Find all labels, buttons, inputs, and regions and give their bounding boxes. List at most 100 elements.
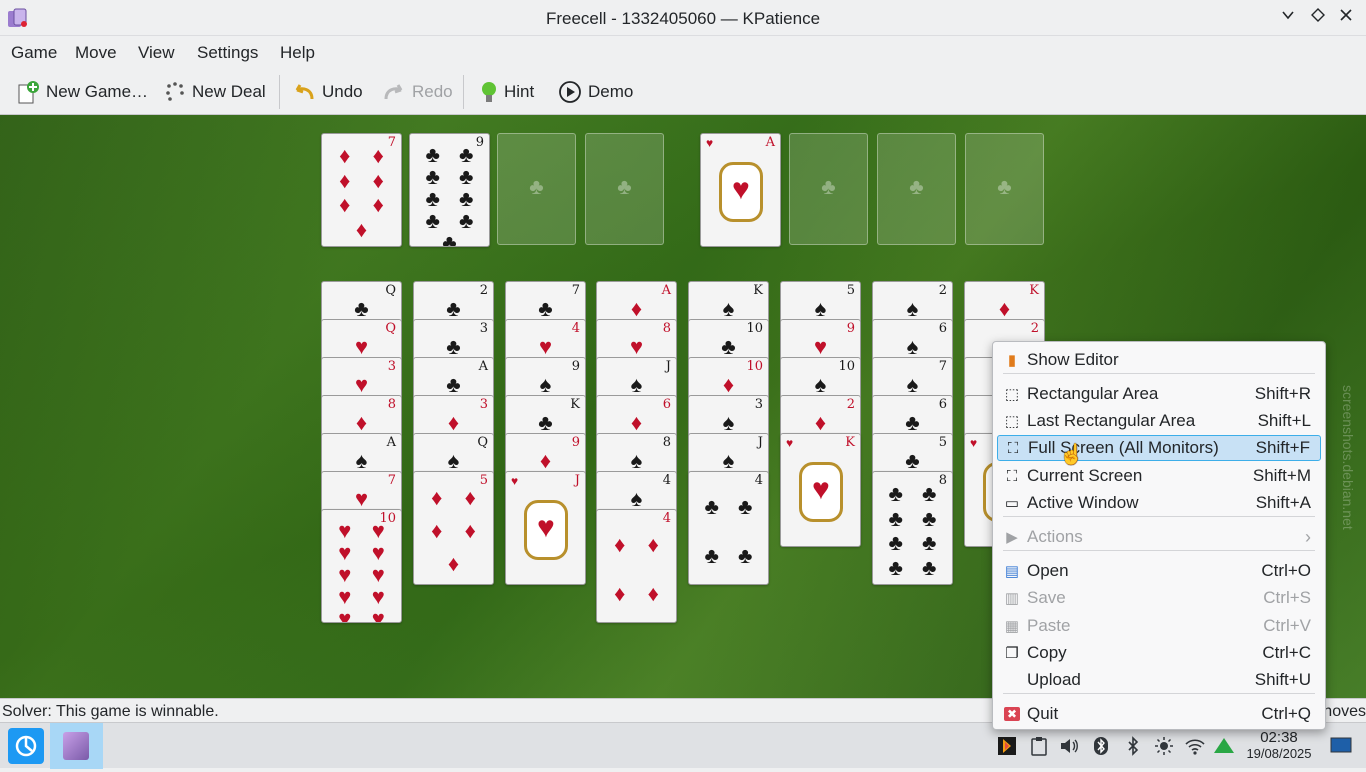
tableau-card[interactable]: K ♦ [964,281,1045,323]
tableau-card[interactable]: 10 ♠ [780,357,861,399]
pip: ♦ [614,531,626,557]
menu-item-show-editor[interactable]: ▮ Show Editor [997,347,1321,373]
tableau-card[interactable]: 4 ♦ ♦ ♦ ♦ [596,509,677,623]
task-kpatience[interactable] [50,723,103,769]
tableau-card[interactable]: Q ♣ [321,281,402,323]
tableau-card[interactable]: 4 ♠ [596,471,677,513]
foundation-empty-slot[interactable]: ♣ [877,133,956,245]
tableau-card[interactable]: 10 ♥ ♥ ♥ ♥ ♥ ♥ ♥ ♥ ♥ ♥ [321,509,402,623]
tableau-card[interactable]: 2 ♣ [413,281,494,323]
tableau-card[interactable]: K ♠ [688,281,769,323]
foundation-empty-slot[interactable]: ♣ [789,133,868,245]
tableau-card[interactable]: 3 ♥ [321,357,402,399]
menu-game[interactable]: Game [11,43,57,63]
demo-button[interactable]: Demo [558,78,633,106]
menu-item-active-window[interactable]: ▭ Active Window Shift+A [997,490,1321,516]
maximize-button[interactable] [1308,8,1328,28]
tableau-card[interactable]: 9 ♠ [505,357,586,399]
menu-item-upload[interactable]: Upload Shift+U [997,667,1321,693]
tableau-card[interactable]: J ♥ ♥ [505,471,586,585]
tableau-card[interactable]: 2 ♦ [780,395,861,437]
redo-button[interactable]: Redo [382,78,453,106]
tableau-card[interactable]: A ♠ [321,433,402,475]
tableau-card[interactable]: 6 ♣ [872,395,953,437]
new-deal-button[interactable]: New Deal [164,78,266,106]
wifi-icon[interactable] [1184,736,1206,761]
screenshot-tray-icon[interactable] [996,736,1018,761]
minimize-button[interactable] [1278,8,1298,28]
update-arrow-icon[interactable] [1213,736,1235,761]
menu-item-full-screen-all-monitors[interactable]: ⛶ Full Screen (All Monitors) Shift+F [997,435,1321,461]
tableau-card[interactable]: Q ♥ [321,319,402,361]
tableau-card[interactable]: 7 ♠ [872,357,953,399]
show-desktop-icon[interactable] [1330,736,1352,759]
menu-item-quit[interactable]: ✖ Quit Ctrl+Q [997,701,1321,727]
foundation-empty-slot[interactable]: ♣ [965,133,1044,245]
freecell-empty-slot[interactable]: ♣ [497,133,576,245]
tableau-card[interactable]: 7 ♥ [321,471,402,513]
undo-button[interactable]: Undo [292,78,363,106]
brightness-icon[interactable] [1153,736,1175,761]
menu-item-paste[interactable]: ▦ Paste Ctrl+V [997,613,1321,639]
foundation-card[interactable]: A ♥ ♥ [700,133,781,247]
clock[interactable]: 02:38 19/08/2025 [1244,730,1314,762]
toolbar-separator [279,75,280,109]
tableau-card[interactable]: J ♠ [596,357,677,399]
tableau-card[interactable]: J ♠ [688,433,769,475]
menu-view[interactable]: View [138,43,175,63]
tableau-card[interactable]: 5 ♣ [872,433,953,475]
clipboard-icon[interactable] [1028,736,1050,761]
tableau-card[interactable]: 5 ♠ [780,281,861,323]
tableau-card[interactable]: 5 ♦ ♦ ♦ ♦ ♦ [413,471,494,585]
menu-item-copy[interactable]: ❐ Copy Ctrl+C [997,640,1321,666]
menu-help[interactable]: Help [280,43,315,63]
tableau-card[interactable]: 3 ♦ [413,395,494,437]
tableau-card[interactable]: 3 ♣ [413,319,494,361]
tableau-card[interactable]: 8 ♦ [321,395,402,437]
menu-item-save[interactable]: ▥ Save Ctrl+S [997,585,1321,611]
menu-item-shortcut: Ctrl+C [1262,643,1311,662]
menu-move[interactable]: Move [75,43,117,63]
tableau-card[interactable]: 4 ♥ [505,319,586,361]
menu-item-current-screen[interactable]: ⛶ Current Screen Shift+M [997,463,1321,489]
menu-item-actions[interactable]: ▶ Actions › [997,524,1321,550]
tableau-card[interactable]: 2 ♠ [872,281,953,323]
hint-button[interactable]: Hint [480,78,534,106]
menu-item-open[interactable]: ▤ Open Ctrl+O [997,558,1321,584]
tableau-card[interactable]: 4 ♣ ♣ ♣ ♣ [688,471,769,585]
moves-status: noves [1323,703,1366,720]
tableau-card[interactable]: 6 ♠ [872,319,953,361]
tableau-card[interactable]: 9 ♥ [780,319,861,361]
freecell-empty-slot[interactable]: ♣ [585,133,664,245]
tableau-card[interactable]: A ♦ [596,281,677,323]
bluetooth-icon[interactable] [1122,736,1144,761]
tableau-card[interactable]: K ♥ ♥ [780,433,861,547]
volume-icon[interactable] [1058,736,1080,761]
tableau-card[interactable]: 10 ♦ [688,357,769,399]
pip: ♥ [338,540,352,565]
tableau-card[interactable]: 8 ♥ [596,319,677,361]
menu-settings[interactable]: Settings [197,43,258,63]
menu-item-shortcut: Shift+F [1255,438,1310,457]
freecell-card[interactable]: 9 ♣ ♣ ♣ ♣ ♣ ♣ ♣ ♣ ♣ [409,133,490,247]
tableau-card[interactable]: Q ♠ [413,433,494,475]
tableau-card[interactable]: 9 ♦ [505,433,586,475]
menu-item-rectangular-area[interactable]: ⬚ Rectangular Area Shift+R [997,381,1321,407]
tableau-card[interactable]: 8 ♠ [596,433,677,475]
bluetooth-status-icon[interactable] [1090,736,1112,761]
freecell-card[interactable]: 7 ♦ ♦ ♦ ♦ ♦ ♦ ♦ [321,133,402,247]
close-button[interactable] [1336,8,1356,28]
menu-item-last-rectangular-area[interactable]: ⬚ Last Rectangular Area Shift+L [997,408,1321,434]
tableau-card[interactable]: 3 ♠ [688,395,769,437]
menu-item-label: Quit [1027,704,1059,723]
tableau-card[interactable]: A ♣ [413,357,494,399]
new-game-button[interactable]: New Game… [16,78,148,106]
tableau-card[interactable]: 10 ♣ [688,319,769,361]
pip: ♦ [464,485,476,511]
application-launcher-button[interactable] [8,728,44,764]
tableau-card[interactable]: 6 ♦ [596,395,677,437]
menu-item-shortcut: Shift+L [1257,411,1311,430]
tableau-card[interactable]: K ♣ [505,395,586,437]
tableau-card[interactable]: 8 ♣ ♣ ♣ ♣ ♣ ♣ ♣ ♣ [872,471,953,585]
tableau-card[interactable]: 7 ♣ [505,281,586,323]
